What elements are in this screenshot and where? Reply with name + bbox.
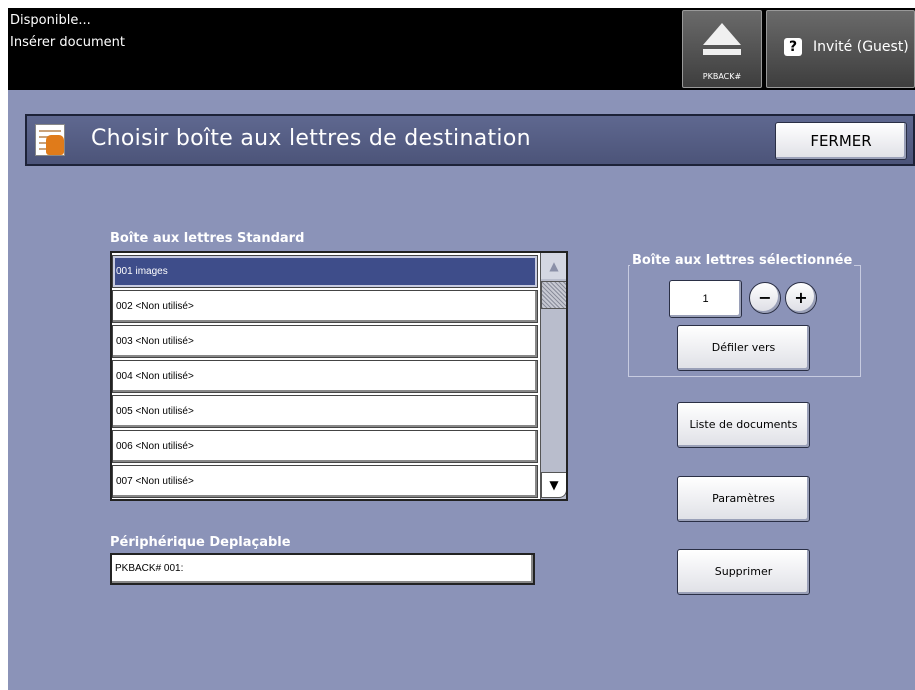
list-item[interactable]: 004 <Non utilisé> [112,360,538,393]
scroll-up-button[interactable]: ▲ [541,253,566,279]
mailbox-name: <Non utilisé> [135,371,194,382]
mailbox-number: 003 [116,336,133,347]
scroll-to-button[interactable]: Défiler vers [677,325,810,371]
mailbox-number: 004 [116,371,133,382]
guest-user-button[interactable]: ? Invité (Guest) [766,10,915,88]
decrement-button[interactable]: − [749,282,781,314]
page-title: Choisir boîte aux lettres de destination [91,126,531,151]
removable-device-label: Périphérique Deplaçable [110,535,291,550]
parameters-button[interactable]: Paramètres [677,476,810,522]
eject-bar-icon [703,49,741,55]
mailbox-name: <Non utilisé> [135,336,194,347]
mailbox-number: 002 [116,301,133,312]
eject-label: PKBACK# [702,72,742,81]
mailbox-number: 006 [116,441,133,452]
delete-button[interactable]: Supprimer [677,549,810,595]
scroll-down-button[interactable]: ▼ [541,472,566,498]
mailbox-number: 005 [116,406,133,417]
mailbox-name: <Non utilisé> [135,301,194,312]
status-text: Disponible... [10,13,91,28]
document-list-button[interactable]: Liste de documents [677,402,810,448]
list-item[interactable]: 006 <Non utilisé> [112,430,538,463]
top-bar: Disponible... Insérer document PKBACK# ?… [8,8,915,90]
increment-button[interactable]: + [785,282,817,314]
mailbox-number: 001 [116,266,133,277]
mailbox-number: 007 [116,476,133,487]
removable-device-field[interactable]: PKBACK# 001: [110,553,535,585]
mailbox-name: <Non utilisé> [135,406,194,417]
mailbox-list-label: Boîte aux lettres Standard [110,231,305,246]
list-item[interactable]: 005 <Non utilisé> [112,395,538,428]
mailbox-name: images [135,266,168,277]
close-button[interactable]: FERMER [775,122,907,160]
mailbox-number-field[interactable]: 1 [669,280,742,318]
guest-user-label: Invité (Guest) [813,39,909,55]
mailbox-list: 001 images 002 <Non utilisé> 003 <Non util… [110,251,568,501]
mailbox-name: <Non utilisé> [135,476,194,487]
scroll-thumb[interactable] [541,281,566,309]
eject-icon [703,23,741,45]
selected-mailbox-legend: Boîte aux lettres sélectionnée [630,253,855,268]
list-item[interactable]: 002 <Non utilisé> [112,290,538,323]
screen: Disponible... Insérer document PKBACK# ?… [8,8,915,690]
help-user-icon: ? [784,38,802,56]
mailbox-name: <Non utilisé> [135,441,194,452]
eject-button[interactable]: PKBACK# [682,10,762,88]
list-item[interactable]: 003 <Non utilisé> [112,325,538,358]
header-panel: Choisir boîte aux lettres de destination… [25,114,915,166]
scrollbar[interactable]: ▲ ▼ [540,253,566,499]
hand-pointer-icon [35,124,65,156]
status-instruction: Insérer document [10,35,125,50]
list-item[interactable]: 007 <Non utilisé> [112,465,538,498]
list-item[interactable]: 001 images [112,255,538,288]
